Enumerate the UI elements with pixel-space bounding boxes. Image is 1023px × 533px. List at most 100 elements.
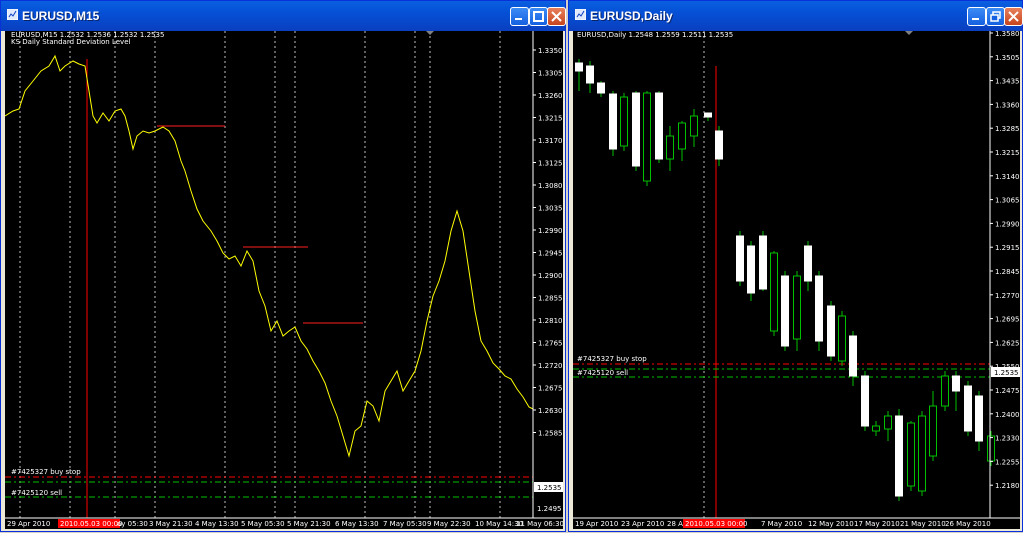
time-tick-label: 5 May 21:30 [287,520,331,528]
candle-body [666,135,674,160]
chart-shift-marker[interactable] [426,31,434,35]
time-axis: 29 Apr 2010 2010.05.03 00:00ay 05:30 3 May… [7,519,564,528]
price-tick-label: 1.3170 [538,137,563,145]
title-bar[interactable]: EURUSD,Daily [569,1,1023,31]
minimize-button[interactable] [967,7,986,26]
price-tick-label: 1.2900 [538,272,563,280]
candle-body [643,92,651,182]
minimize-icon [515,18,522,20]
price-axis: 1.3580 1.3505 1.3435 1.3360 1.3285 1.3215 1.31… [990,30,1020,490]
minimize-icon [972,18,979,20]
price-tick-label: 1.2625 [995,339,1020,347]
price-tick-label: 1.3580 [995,31,1020,38]
chart-canvas[interactable]: #7425327 buy stop #7425120 sell EURUSD,M… [4,31,564,529]
price-tick-label: 1.3140 [995,173,1020,181]
price-tick-label: 1.3065 [995,197,1020,205]
price-tick-label: 1.3360 [995,101,1020,109]
price-chart-daily[interactable]: #7425327 buy stop #7425120 sell EURUSD,D… [573,30,1020,529]
candle-body [929,405,937,457]
candle-body [964,385,972,432]
price-tick-label: 1.2765 [538,340,563,348]
time-axis: 19 Apr 2010 23 Apr 2010 28 Ap2010.05.03 00… [575,519,991,528]
time-tick-label: 9 May 22:30 [427,520,471,528]
candle-body [952,375,960,392]
candle-body [861,375,869,427]
chart-window-daily: EURUSD,Daily #7425327 buy stop #7425120 … [568,0,1023,532]
symbol-info: EURUSD,Daily 1.2548 1.2559 1.2511 1.2535 [577,31,733,39]
price-tick-label: 1.2810 [538,317,563,325]
time-tick-label: 5 May 05:30 [241,520,285,528]
time-tick-label: 26 May 2010 [945,520,991,528]
candle-body [827,305,835,357]
window-title: EURUSD,M15 [22,9,100,23]
price-tick-label: 1.2585 [538,430,563,438]
time-tick-label: 7 May 2010 [761,520,802,528]
price-tick-label: 1.2695 [995,316,1020,324]
price-tick-label: 1.3125 [538,160,563,168]
candle-body [597,82,605,94]
minimize-button[interactable] [510,7,529,26]
current-price-label: 1.2535 [537,484,562,492]
chart-canvas[interactable]: #7425327 buy stop #7425120 sell EURUSD,D… [573,30,1020,529]
close-button[interactable] [547,7,566,26]
candle-body [759,235,767,290]
order-label-sell: #7425120 sell [11,489,62,497]
price-tick-label: 1.2180 [995,482,1020,490]
price-tick-label: 1.3285 [995,125,1020,133]
order-label-sell: #7425120 sell [577,369,628,377]
candle-body [736,235,744,282]
candle-body [715,130,723,160]
candle-body [804,245,812,282]
price-tick-label: 1.3505 [995,54,1020,62]
candle-body [609,93,617,150]
candle-body [586,65,594,84]
close-icon [551,11,562,22]
candle-body [690,115,698,137]
candle-body [872,425,880,432]
time-tick-label: 21 May 2010 [900,520,946,528]
order-label-buy-stop: #7425327 buy stop [577,355,647,363]
price-tick-label: 1.2400 [995,411,1020,419]
price-tick-label: 1.3215 [538,115,563,123]
price-tick-label: 1.2990 [538,227,563,235]
price-tick-label: 1.2255 [995,458,1020,466]
title-bar[interactable]: EURUSD,M15 [1,1,566,31]
restore-button[interactable] [986,7,1005,26]
current-price-label: 1.2535 [994,369,1019,377]
price-tick-label: 1.2915 [995,244,1020,252]
time-tick-label: 29 Apr 2010 [7,520,50,528]
time-tick-label: 23 Apr 2010 [621,520,664,528]
candle-body [918,415,926,492]
time-tick-label: 6 May 13:30 [335,520,379,528]
time-tick-label: ay 05:30 [117,520,148,528]
time-tick-label: 12 May 2010 [808,520,854,528]
close-button[interactable] [1004,7,1023,26]
time-tick-label: 7 May 05:30 [383,520,427,528]
price-tick-bottom: 1.2495 [537,505,562,513]
price-tick-label: 1.3080 [538,182,563,190]
price-tick-label: 1.2630 [538,407,563,415]
price-tick-label: 1.2770 [995,292,1020,300]
candle-body [781,275,789,347]
price-tick-label: 1.3305 [538,70,563,78]
price-chart-m15[interactable]: #7425327 buy stop #7425120 sell EURUSD,M… [4,31,564,529]
price-tick-label: 1.2855 [538,295,563,303]
candle-body [770,252,778,332]
candle-body [987,435,995,462]
candle-body [655,92,663,160]
candle-body [575,62,583,72]
time-tick-label: 4 May 13:30 [195,520,239,528]
chart-shift-marker[interactable] [905,31,913,35]
candle-body [632,92,640,167]
price-tick-label: 1.3350 [538,47,563,55]
price-tick-label: 1.3215 [995,149,1020,157]
candle-body [678,122,686,150]
candle-body [907,422,915,487]
time-tick-label: 2010.05.03 00:00 [60,520,122,528]
window-title: EURUSD,Daily [590,9,673,23]
candle-body [793,275,801,340]
candle-body [747,245,755,294]
maximize-button[interactable] [529,7,548,26]
maximize-icon [533,11,544,22]
candle-body [849,335,857,377]
